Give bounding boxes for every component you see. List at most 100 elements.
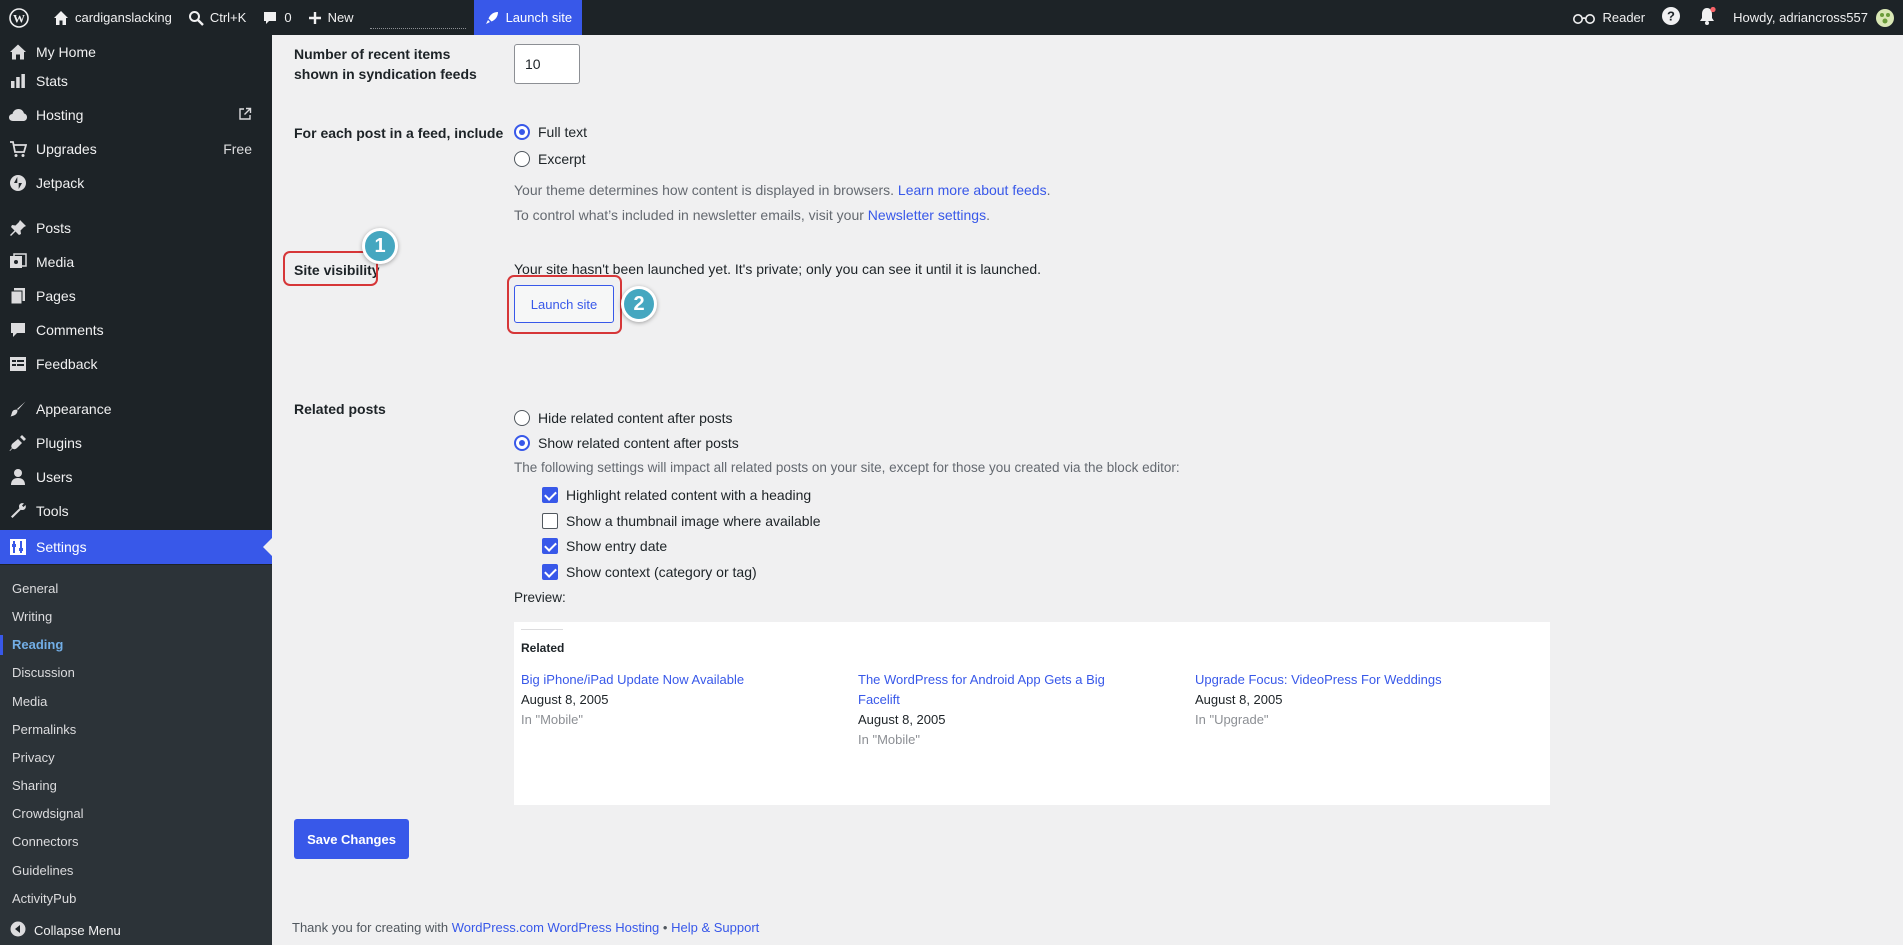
feed-full-text-option[interactable]: Full text (514, 124, 587, 140)
sidebar-item-label: Media (36, 254, 75, 270)
feed-description-1: Your theme determines how content is dis… (514, 182, 1050, 198)
submenu-item-permalinks[interactable]: Permalinks (12, 720, 76, 740)
feed-items-input[interactable]: 10 (514, 44, 580, 84)
sidebar-item-label: Settings (36, 539, 87, 555)
sidebar-item-plugins[interactable]: Plugins (0, 426, 272, 460)
sidebar-item-jetpack[interactable]: Jetpack (0, 166, 272, 200)
sidebar-item-label: Pages (36, 288, 76, 304)
pin-icon (8, 218, 28, 238)
sidebar-item-label: Plugins (36, 435, 82, 451)
submenu-item-sharing[interactable]: Sharing (12, 776, 57, 796)
check-label: Show a thumbnail image where available (566, 513, 821, 529)
bolt-icon (8, 173, 28, 193)
sidebar-item-pages[interactable]: Pages (0, 279, 272, 313)
show-related-radio[interactable] (514, 435, 530, 451)
sidebar-item-comments[interactable]: Comments (0, 313, 272, 347)
submenu-item-writing[interactable]: Writing (12, 607, 52, 627)
adminbar-search-field[interactable] (369, 17, 466, 29)
check-entry-date[interactable]: Show entry date (542, 538, 667, 554)
footer-separator: • (662, 920, 668, 935)
learn-more-feeds-link[interactable]: Learn more about feeds (898, 182, 1047, 198)
checkbox[interactable] (542, 513, 558, 529)
save-changes-button[interactable]: Save Changes (294, 819, 409, 859)
submenu-item-connectors[interactable]: Connectors (12, 832, 78, 852)
brush-icon (8, 399, 28, 419)
checkbox[interactable] (542, 538, 558, 554)
account-menu[interactable]: Howdy, adriancross557 (1725, 0, 1903, 35)
sidebar-item-hosting[interactable]: Hosting (0, 98, 272, 132)
submenu-item-activitypub[interactable]: ActivityPub (12, 889, 76, 909)
help-support-link[interactable]: Help & Support (671, 920, 759, 935)
submenu-item-discussion[interactable]: Discussion (12, 663, 75, 683)
checkbox[interactable] (542, 487, 558, 503)
check-highlight-heading[interactable]: Highlight related content with a heading (542, 487, 811, 503)
new-content-button[interactable]: New (300, 0, 362, 35)
sidebar-item-appearance[interactable]: Appearance (0, 392, 272, 426)
check-label: Highlight related content with a heading (566, 487, 812, 503)
search-shortcut-button[interactable]: Ctrl+K (180, 0, 254, 35)
submenu-item-guidelines[interactable]: Guidelines (12, 861, 73, 881)
feed-full-text-radio[interactable] (514, 124, 530, 140)
annotation-badge-1: 1 (362, 228, 398, 264)
svg-text:W: W (13, 11, 25, 25)
submenu-item-privacy[interactable]: Privacy (12, 748, 55, 768)
submenu-item-crowdsignal[interactable]: Crowdsignal (12, 804, 84, 824)
sidebar-item-label: Comments (36, 322, 104, 338)
footer: Thank you for creating with WordPress.co… (292, 920, 759, 935)
hide-related-option[interactable]: Hide related content after posts (514, 410, 733, 426)
feed-description-1-text: Your theme determines how content is dis… (514, 182, 895, 198)
speech-bubble-icon (8, 320, 28, 340)
related-preview: Related Big iPhone/iPad Update Now Avail… (514, 622, 1550, 805)
related-post-date: August 8, 2005 (521, 692, 609, 707)
collapse-menu-button[interactable]: Collapse Menu (0, 915, 272, 945)
admin-bar: W cardigans​lacking Ctrl+K 0 New Launch … (0, 0, 1903, 35)
sidebar-item-media[interactable]: Media (0, 245, 272, 279)
help-button[interactable]: ? (1653, 0, 1689, 35)
site-name-link[interactable]: cardigans​lacking (45, 0, 180, 35)
related-post-title[interactable]: The WordPress for Android App Gets a Big… (858, 670, 1128, 710)
feed-items-label: Number of recent items shown in syndicat… (294, 46, 477, 82)
wordpress-hosting-link[interactable]: WordPress.com WordPress Hosting (452, 920, 660, 935)
bar-chart-icon (8, 71, 28, 91)
checkbox[interactable] (542, 564, 558, 580)
wordpress-logo-button[interactable]: W (0, 0, 45, 35)
submenu-item-general[interactable]: General (12, 579, 58, 599)
sidebar-item-label: Tools (36, 503, 69, 519)
adminbar-right: Reader ? Howdy, adriancross557 (1564, 0, 1903, 35)
media-icon (8, 252, 28, 272)
collapse-menu-label: Collapse Menu (34, 922, 121, 938)
newsletter-settings-link[interactable]: Newsletter settings (868, 207, 986, 223)
sidebar-item-settings[interactable]: Settings (0, 530, 272, 564)
launch-site-adminbar-label: Launch site (505, 10, 573, 25)
check-thumbnail[interactable]: Show a thumbnail image where available (542, 513, 820, 529)
external-link-icon (238, 107, 252, 124)
submenu-item-reading[interactable]: Reading (0, 635, 63, 655)
check-label: Show context (category or tag) (566, 564, 757, 580)
hide-related-radio[interactable] (514, 410, 530, 426)
sidebar-item-upgrades[interactable]: Upgrades Free (0, 132, 272, 166)
sidebar-item-tools[interactable]: Tools (0, 494, 272, 528)
related-post-date: August 8, 2005 (1195, 692, 1283, 707)
submenu-item-media[interactable]: Media (12, 692, 47, 712)
svg-text:?: ? (1667, 9, 1675, 24)
feed-excerpt-option[interactable]: Excerpt (514, 151, 585, 167)
launch-site-adminbar-button[interactable]: Launch site (473, 0, 583, 35)
check-context[interactable]: Show context (category or tag) (542, 564, 757, 580)
feed-excerpt-radio[interactable] (514, 151, 530, 167)
related-post-title[interactable]: Upgrade Focus: VideoPress For Weddings (1195, 670, 1475, 690)
reader-button[interactable]: Reader (1564, 0, 1653, 35)
sidebar-item-feedback[interactable]: Feedback (0, 347, 272, 381)
related-post-context: In "Mobile" (858, 732, 920, 747)
sidebar-item-label: My Home (36, 44, 96, 60)
related-post-title[interactable]: Big iPhone/iPad Update Now Available (521, 670, 801, 690)
notifications-button[interactable] (1689, 0, 1725, 35)
sidebar-item-posts[interactable]: Posts (0, 211, 272, 245)
plus-icon (308, 11, 322, 25)
user-icon (8, 467, 28, 487)
show-related-option[interactable]: Show related content after posts (514, 435, 739, 451)
sidebar-item-users[interactable]: Users (0, 460, 272, 494)
sidebar-item-label: Feedback (36, 356, 98, 372)
comments-button[interactable]: 0 (254, 0, 299, 35)
sidebar-item-stats[interactable]: Stats (0, 64, 272, 98)
preview-heading: Related (521, 641, 565, 655)
